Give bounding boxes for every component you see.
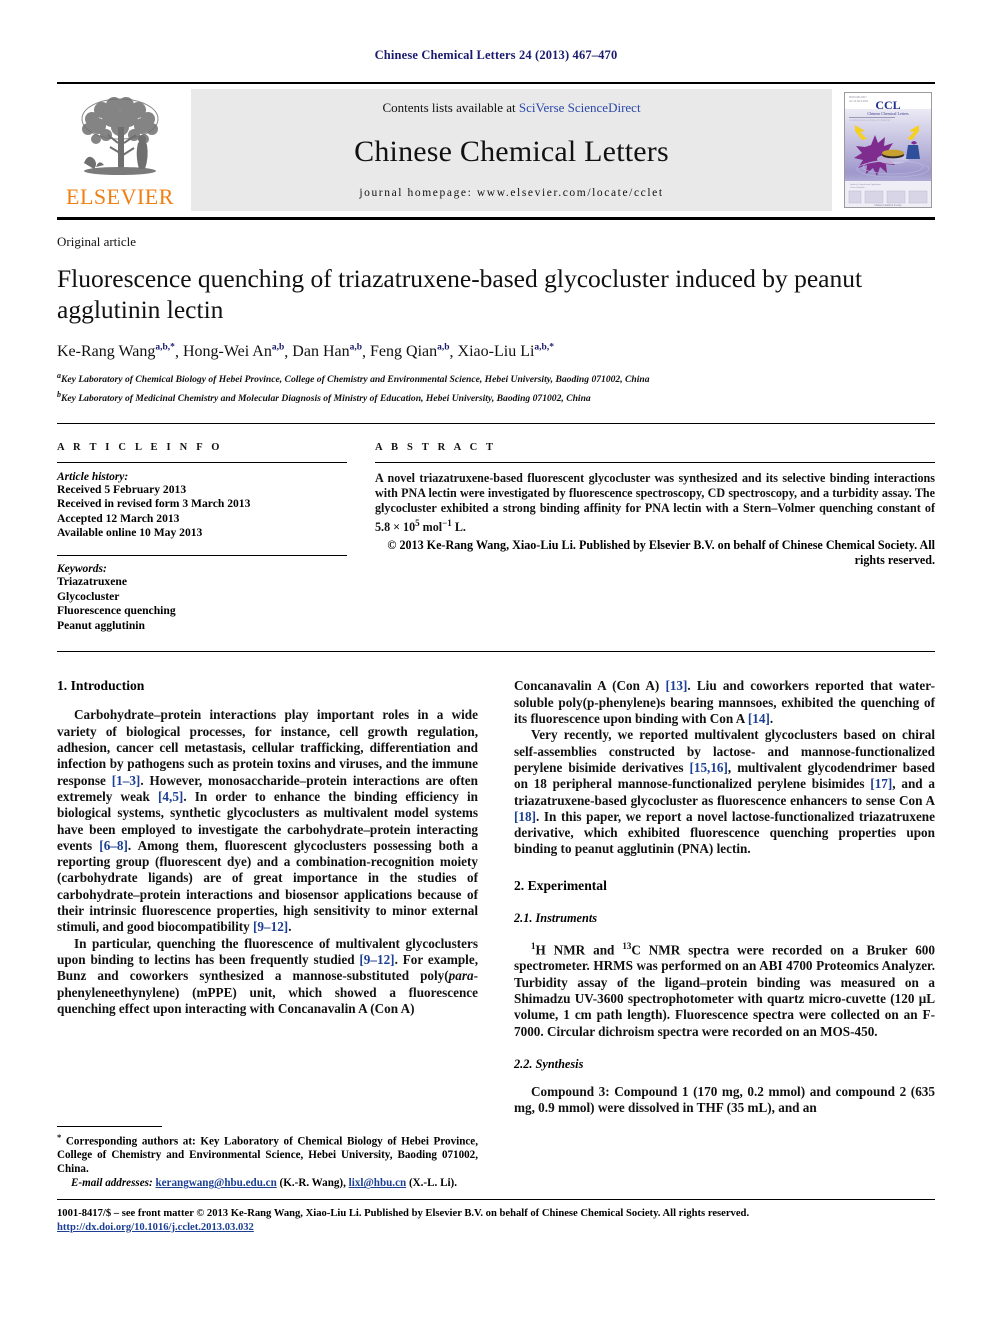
running-head: Chinese Chemical Letters 24 (2013) 467–4… (374, 48, 618, 62)
abstract-text: A novel triazatruxene-based fluorescent … (375, 470, 935, 535)
paper-page: Chinese Chemical Letters 24 (2013) 467–4… (0, 0, 992, 1323)
affiliation-b: bKey Laboratory of Medicinal Chemistry a… (57, 390, 591, 405)
section-heading-synthesis: 2.2. Synthesis (514, 1056, 584, 1071)
intro-paragraph-2: In particular, quenching the fluorescenc… (57, 935, 478, 1016)
corresponding-author-note: * Corresponding authors at: Key Laborato… (57, 1132, 478, 1175)
elsevier-wordmark: ELSEVIER (66, 184, 174, 209)
info-bottom-rule (57, 651, 935, 653)
abstract-copyright: © 2013 Ke-Rang Wang, Xiao-Liu Li. Publis… (387, 537, 935, 567)
sciencedirect-link[interactable]: SciVerse ScienceDirect (519, 100, 641, 115)
journal-cover-thumbnail: ISSN 1001-8417 Vol. 24 No.5 2013 CCL Chi… (840, 89, 935, 211)
email-link-wang[interactable]: kerangwang@hbu.edu.cn (155, 1177, 276, 1189)
history-item: Received in revised form 3 March 2013 (57, 497, 251, 511)
history-item: Available online 10 May 2013 (57, 526, 203, 540)
info-abstract-block: A R T I C L E I N F O Article history: R… (57, 442, 935, 634)
journal-homepage[interactable]: journal homepage: www.elsevier.com/locat… (359, 187, 663, 199)
svg-text:Vol. 24 No.5 2013: Vol. 24 No.5 2013 (849, 100, 869, 103)
page-bottom-rule (57, 1199, 935, 1200)
info-divider (57, 461, 347, 463)
author-2: Dan Hana,b (292, 343, 363, 361)
affiliation-a: aKey Laboratory of Chemical Biology of H… (57, 371, 650, 386)
history-item: Received 5 February 2013 (57, 482, 187, 496)
svg-text:Chinese Chemical Letters: Chinese Chemical Letters (867, 111, 909, 116)
section-heading-introduction: 1. Introduction (57, 678, 145, 694)
contents-prefix: Contents lists available at (382, 100, 519, 115)
keyword-item: Peanut agglutinin (57, 618, 145, 632)
issn-copyright-block: 1001-8417/$ – see front matter © 2013 Ke… (57, 1207, 935, 1235)
footnote-block: * Corresponding authors at: Key Laborato… (57, 1126, 478, 1191)
history-label: Article history: (57, 470, 129, 483)
journal-title: Chinese Chemical Letters (354, 134, 669, 168)
masthead-top-rule (57, 82, 935, 84)
history-item: Accepted 12 March 2013 (57, 511, 180, 525)
keyword-item: Triazatruxene (57, 575, 127, 589)
svg-text:CCL: CCL (875, 98, 900, 112)
keywords-divider (57, 555, 347, 557)
body-column-gap (478, 678, 514, 1146)
page-title: Fluorescence quenching of triazatruxene-… (57, 264, 863, 324)
author-0: Ke-Rang Wanga,b,* (57, 343, 175, 361)
masthead-center: Contents lists available at SciVerse Sci… (191, 89, 832, 211)
column-gap (347, 442, 375, 634)
article-info-column: A R T I C L E I N F O Article history: R… (57, 442, 347, 634)
synthesis-paragraph: Compound 3: Compound 1 (170 mg, 0.2 mmol… (514, 1083, 935, 1116)
article-type: Original article (57, 234, 137, 249)
keywords-label: Keywords: (57, 563, 107, 576)
masthead-bottom-rule (57, 217, 935, 220)
footnote-rule (57, 1126, 162, 1127)
issn-line: 1001-8417/$ – see front matter © 2013 Ke… (57, 1208, 750, 1219)
main-body: 1. Introduction Carbohydrate–protein int… (57, 678, 935, 1146)
svg-text:AN INTERNATIONAL JOURNAL OF CH: AN INTERNATIONAL JOURNAL OF CHEMISTRY (849, 119, 891, 122)
keyword-item: Glycocluster (57, 589, 120, 603)
author-1: Hong-Wei Ana,b (182, 343, 285, 361)
info-top-rule (57, 422, 935, 424)
keyword-item: Fluorescence quenching (57, 604, 176, 618)
intro-paragraph-1: Carbohydrate–protein interactions play i… (57, 707, 478, 935)
svg-text:Chinese Chemical Society: Chinese Chemical Society (874, 204, 902, 207)
doi-link[interactable]: http://dx.doi.org/10.1016/j.cclet.2013.0… (57, 1222, 254, 1233)
author-3: Feng Qiana,b (370, 343, 450, 361)
svg-text:of novel materials ...: of novel materials ... (850, 186, 867, 189)
abstract-heading: A B S T R A C T (375, 441, 497, 453)
abstract-column: A B S T R A C T A novel triazatruxene-ba… (375, 442, 935, 634)
cover-image: ISSN 1001-8417 Vol. 24 No.5 2013 CCL Chi… (843, 92, 932, 208)
contents-line: Contents lists available at SciVerse Sci… (382, 100, 640, 116)
svg-text:ISSN 1001-8417: ISSN 1001-8417 (849, 96, 867, 99)
elsevier-logo: ELSEVIER (57, 89, 183, 211)
author-list: Ke-Rang Wanga,b,*, Hong-Wei Ana,b, Dan H… (57, 343, 554, 361)
intro-paragraph-3: Very recently, we reported multivalent g… (514, 727, 936, 857)
article-info-heading: A R T I C L E I N F O (57, 441, 223, 453)
author-4: Xiao-Liu Lia,b,* (457, 343, 554, 361)
email-addresses: E-mail addresses: kerangwang@hbu.edu.cn … (71, 1177, 458, 1190)
body-column-right: Concanavalin A (Con A) [13]. Liu and cow… (514, 678, 935, 1146)
elsevier-tree-icon (81, 97, 159, 175)
body-column-left: 1. Introduction Carbohydrate–protein int… (57, 678, 478, 1146)
section-heading-experimental: 2. Experimental (514, 877, 607, 893)
abstract-divider (375, 461, 935, 463)
journal-masthead: ELSEVIER Contents lists available at Sci… (57, 89, 935, 211)
instruments-paragraph: 1H NMR and 13C NMR spectra were recorded… (514, 940, 935, 1039)
section-heading-instruments: 2.1. Instruments (514, 910, 598, 925)
intro-paragraph-2-cont: Concanavalin A (Con A) [13]. Liu and cow… (514, 678, 935, 727)
email-link-li[interactable]: lixl@hbu.cn (349, 1177, 407, 1189)
svg-text:Synthesis, Properties and Appl: Synthesis, Properties and Applications (850, 183, 881, 186)
